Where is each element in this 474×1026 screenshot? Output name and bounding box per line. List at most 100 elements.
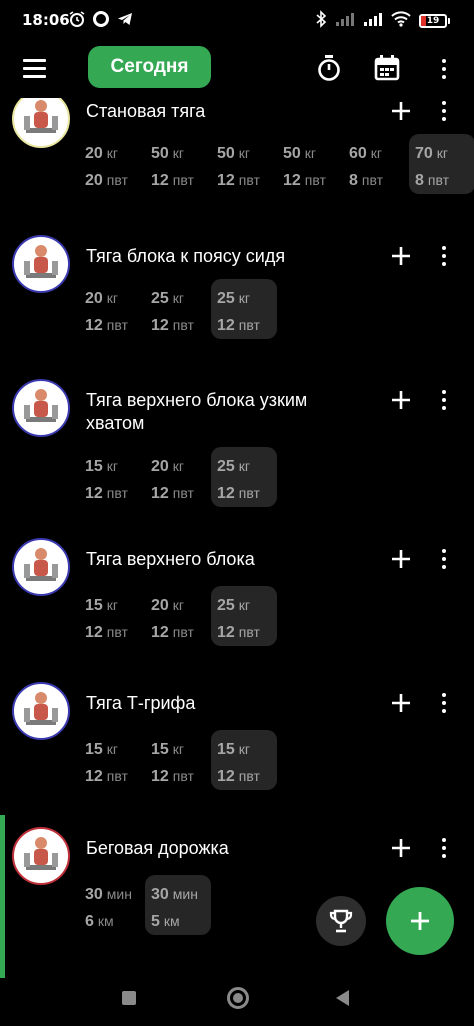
exercise-card[interactable]: Тяга верхнего блока узким хватом 15 кг 12 пв… xyxy=(0,379,474,519)
set-reps: 12 xyxy=(151,485,169,502)
exercise-more-button[interactable] xyxy=(432,98,456,126)
add-set-button[interactable] xyxy=(386,385,416,415)
set-value: 15 xyxy=(217,741,235,758)
more-vertical-icon xyxy=(442,549,446,553)
calendar-button[interactable] xyxy=(371,52,403,84)
set-value: 30 xyxy=(85,886,103,903)
set-cell-current[interactable]: 25 кг 12 пвт xyxy=(211,586,277,646)
exercise-more-button[interactable] xyxy=(432,833,456,863)
exercise-card[interactable]: Становая тяга 20 кг 20 пвт 50 кг 12 пвт 50 кг 12 пвт… xyxy=(0,98,474,230)
exercise-name[interactable]: Тяга верхнего блока xyxy=(86,548,356,571)
add-set-button[interactable] xyxy=(386,688,416,718)
set-cell[interactable]: 20 кг 12 пвт xyxy=(79,279,145,339)
exercise-more-button[interactable] xyxy=(432,241,456,271)
today-button[interactable]: Сегодня xyxy=(88,46,211,88)
back-triangle-icon[interactable] xyxy=(336,990,349,1006)
sets-row: 20 кг 12 пвт 25 кг 12 пвт 25 кг 12 пвт xyxy=(79,279,277,339)
set-value: 20 xyxy=(151,458,169,475)
exercise-card[interactable]: Тяга верхнего блока 15 кг 12 пвт 20 кг 12 пвт 25 к… xyxy=(0,538,474,678)
set-reps-unit: пвт xyxy=(238,624,260,640)
set-unit: кг xyxy=(304,145,317,161)
exercise-card[interactable]: Тяга блока к поясу сидя 20 кг 12 пвт 25 кг 12 пв… xyxy=(0,235,474,375)
exercise-avatar[interactable] xyxy=(12,682,70,740)
exercise-avatar[interactable] xyxy=(12,827,70,885)
set-reps: 12 xyxy=(217,624,235,641)
set-cell[interactable]: 20 кг 20 пвт xyxy=(79,134,145,194)
status-bar: 18:06 19 xyxy=(0,0,474,40)
more-vertical-icon xyxy=(442,693,446,697)
set-reps: 12 xyxy=(283,172,301,189)
add-set-button[interactable] xyxy=(386,544,416,574)
set-reps: 12 xyxy=(217,172,235,189)
set-reps: 20 xyxy=(85,172,103,189)
exercise-name[interactable]: Тяга блока к поясу сидя xyxy=(86,245,356,268)
set-unit: кг xyxy=(106,597,119,613)
battery-icon: 19 xyxy=(419,14,450,28)
set-cell[interactable]: 20 кг 12 пвт xyxy=(145,586,211,646)
plus-icon xyxy=(392,102,410,120)
exercise-name[interactable]: Беговая дорожка xyxy=(86,837,356,860)
stopwatch-button[interactable] xyxy=(313,52,345,84)
set-unit: кг xyxy=(238,290,251,306)
recents-square-icon[interactable] xyxy=(122,991,136,1005)
plus-icon xyxy=(392,247,410,265)
set-reps-unit: пвт xyxy=(106,317,128,333)
exercise-avatar[interactable] xyxy=(12,235,70,293)
set-reps-unit: пвт xyxy=(304,172,326,188)
set-cell[interactable]: 50 кг 12 пвт xyxy=(277,134,343,194)
exercise-list[interactable]: Становая тяга 20 кг 20 пвт 50 кг 12 пвт 50 кг 12 пвт… xyxy=(0,98,474,978)
set-value: 15 xyxy=(85,597,103,614)
add-set-button[interactable] xyxy=(386,98,416,126)
exercise-name[interactable]: Тяга верхнего блока узким хватом xyxy=(86,389,356,435)
set-cell-current[interactable]: 25 кг 12 пвт xyxy=(211,279,277,339)
exercise-name[interactable]: Тяга Т-грифа xyxy=(86,692,356,715)
set-reps-unit: пвт xyxy=(106,624,128,640)
exercise-avatar[interactable] xyxy=(12,98,70,148)
sets-row: 20 кг 20 пвт 50 кг 12 пвт 50 кг 12 пвт 50 кг 12 пвт 60 кг… xyxy=(79,134,474,194)
set-unit: кг xyxy=(238,145,251,161)
exercise-name[interactable]: Становая тяга xyxy=(86,100,356,123)
set-cell-current[interactable]: 25 кг 12 пвт xyxy=(211,447,277,507)
set-unit: кг xyxy=(436,145,449,161)
set-cell[interactable]: 60 кг 8 пвт xyxy=(343,134,409,194)
more-vertical-icon xyxy=(442,59,446,63)
more-vertical-icon xyxy=(442,838,446,842)
set-cell[interactable]: 15 кг 12 пвт xyxy=(79,447,145,507)
set-cell-current[interactable]: 15 кг 12 пвт xyxy=(211,730,277,790)
add-set-button[interactable] xyxy=(386,833,416,863)
set-value: 15 xyxy=(151,741,169,758)
set-reps: 12 xyxy=(85,317,103,334)
exercise-more-button[interactable] xyxy=(432,385,456,415)
exercise-more-button[interactable] xyxy=(432,688,456,718)
records-button[interactable] xyxy=(316,896,366,946)
set-reps-unit: пвт xyxy=(172,172,194,188)
set-cell[interactable]: 20 кг 12 пвт xyxy=(145,447,211,507)
set-reps: 12 xyxy=(217,768,235,785)
exercise-card[interactable]: Тяга Т-грифа 15 кг 12 пвт 15 кг 12 пвт 15 кг 12 пвт xyxy=(0,682,474,822)
set-cell[interactable]: 25 кг 12 пвт xyxy=(145,279,211,339)
menu-button[interactable] xyxy=(14,50,54,86)
set-cell[interactable]: 15 кг 12 пвт xyxy=(79,730,145,790)
set-cell[interactable]: 50 кг 12 пвт xyxy=(211,134,277,194)
wifi-icon xyxy=(391,11,411,31)
set-cell-current[interactable]: 70 кг 8 пвт xyxy=(409,134,474,194)
set-reps: 12 xyxy=(151,624,169,641)
set-cell[interactable]: 15 кг 12 пвт xyxy=(145,730,211,790)
exercise-more-button[interactable] xyxy=(432,544,456,574)
home-circle-icon[interactable] xyxy=(227,987,249,1009)
more-options-button[interactable] xyxy=(432,54,456,84)
set-reps-unit: пвт xyxy=(106,172,128,188)
set-cell-current[interactable]: 30 мин 5 км xyxy=(145,875,211,935)
exercise-avatar[interactable] xyxy=(12,379,70,437)
more-vertical-icon xyxy=(442,246,446,250)
set-unit: кг xyxy=(370,145,383,161)
add-set-button[interactable] xyxy=(386,241,416,271)
add-exercise-button[interactable] xyxy=(386,887,454,955)
exercise-avatar[interactable] xyxy=(12,538,70,596)
set-value: 50 xyxy=(217,145,235,162)
set-reps-unit: пвт xyxy=(106,485,128,501)
set-cell[interactable]: 50 кг 12 пвт xyxy=(145,134,211,194)
set-cell[interactable]: 15 кг 12 пвт xyxy=(79,586,145,646)
set-value: 25 xyxy=(217,290,235,307)
set-cell[interactable]: 30 мин 6 км xyxy=(79,875,145,935)
